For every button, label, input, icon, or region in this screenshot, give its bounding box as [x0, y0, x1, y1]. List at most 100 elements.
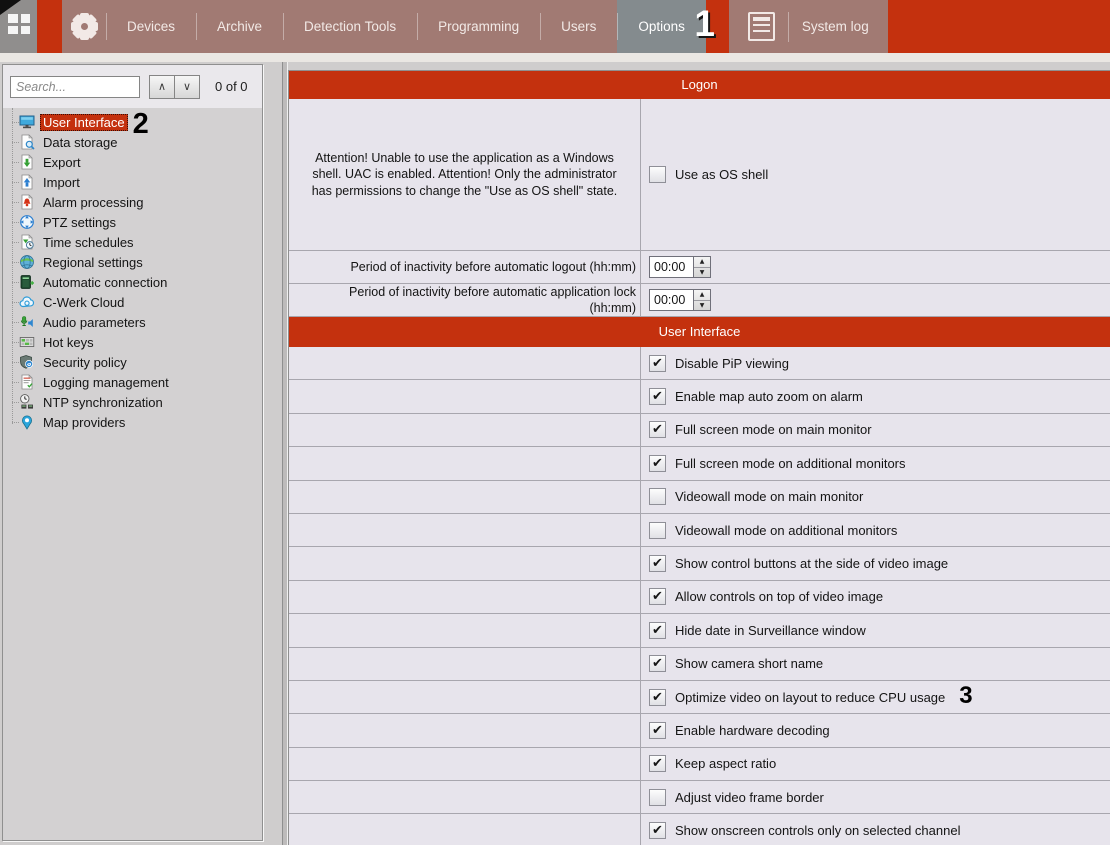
toolbar-divider-strip: [0, 53, 1110, 62]
checkbox-hide-date-in-surveillance-window[interactable]: ✔: [649, 621, 666, 639]
globe-icon: [19, 254, 36, 270]
spin-up-button[interactable]: ▲: [694, 257, 710, 268]
tab-system-log[interactable]: System log: [728, 0, 888, 53]
checkbox-label: Hide date in Surveillance window: [675, 622, 866, 638]
checkbox-label: Full screen mode on main monitor: [675, 422, 872, 438]
tab-strip: Devices Archive Detection Tools Programming…: [62, 0, 715, 53]
sidebar-item-logging-management[interactable]: Logging management: [3, 372, 262, 392]
checkbox-enable-map-auto-zoom-on-alarm[interactable]: ✔: [649, 388, 666, 406]
sidebar-item-label: Import: [43, 174, 80, 190]
inactivity-lock-spinbox[interactable]: 00:00 ▲ ▼: [649, 289, 711, 311]
spin-value: 00:00: [654, 293, 686, 307]
sidebar-item-label: NTP synchronization: [43, 394, 163, 410]
sidebar-item-ptz-settings[interactable]: PTZ settings: [3, 212, 262, 232]
empty-label-cell: [289, 380, 641, 413]
checkbox-label: Videowall mode on additional monitors: [675, 522, 898, 538]
sidebar-item-export[interactable]: Export: [3, 152, 262, 172]
empty-label-cell: [289, 714, 641, 747]
search-input[interactable]: [10, 75, 140, 98]
export-icon: [19, 154, 36, 170]
option-row-keep-aspect-ratio: ✔ Keep aspect ratio: [289, 747, 1110, 782]
settings-sidebar: ∧ ∨ 0 of 0 User Interface2Data storageEx…: [2, 64, 263, 841]
inactivity-lock-label: Period of inactivity before automatic ap…: [289, 284, 641, 316]
checkbox-full-screen-mode-on-additional-monitors[interactable]: ✔: [649, 454, 666, 472]
checkbox-videowall-mode-on-main-monitor[interactable]: [649, 488, 666, 506]
sidebar-item-time-schedules[interactable]: Time schedules: [3, 232, 262, 252]
tab-options[interactable]: Options 1: [617, 0, 715, 53]
tab-users[interactable]: Users: [540, 0, 617, 53]
section-header-logon: Logon: [289, 71, 1110, 99]
search-previous-button[interactable]: ∧: [149, 74, 175, 99]
checkbox-allow-controls-on-top-of-video-image[interactable]: ✔: [649, 588, 666, 606]
checkbox-enable-hardware-decoding[interactable]: ✔: [649, 721, 666, 739]
sidebar-item-alarm-processing[interactable]: Alarm processing: [3, 192, 262, 212]
sidebar-item-regional-settings[interactable]: Regional settings: [3, 252, 262, 272]
option-row-show-camera-short-name: ✔ Show camera short name: [289, 647, 1110, 681]
option-row-adjust-video-frame-border: Adjust video frame border: [289, 781, 1110, 815]
sidebar-item-import[interactable]: Import: [3, 172, 262, 192]
empty-label-cell: [289, 680, 641, 714]
tab-label: Detection Tools: [304, 19, 397, 34]
option-row-hide-date-in-surveillance-window: ✔ Hide date in Surveillance window: [289, 614, 1110, 648]
app-launcher-grid-icon: [8, 14, 30, 34]
ntp-icon: [19, 394, 36, 410]
checkbox-label: Optimize video on layout to reduce CPU u…: [675, 689, 946, 705]
option-row-videowall-mode-on-additional-monitors: Videowall mode on additional monitors: [289, 513, 1110, 548]
sidebar-item-hot-keys[interactable]: Hot keys: [3, 332, 262, 352]
empty-label-cell: [289, 647, 641, 680]
inactivity-logout-spinbox[interactable]: 00:00 ▲ ▼: [649, 256, 711, 278]
sidebar-item-label: Data storage: [43, 134, 118, 150]
checkbox-show-onscreen-controls-only-on-selected-channel[interactable]: ✔: [649, 822, 666, 840]
empty-label-cell: [289, 781, 641, 814]
checkbox-use-as-os-shell[interactable]: [649, 166, 666, 183]
checkbox-full-screen-mode-on-main-monitor[interactable]: ✔: [649, 421, 666, 439]
sidebar-item-security-policy[interactable]: Security policy: [3, 352, 262, 372]
checkbox-adjust-video-frame-border[interactable]: [649, 788, 666, 806]
checkbox-keep-aspect-ratio[interactable]: ✔: [649, 755, 666, 773]
checkbox-show-camera-short-name[interactable]: ✔: [649, 655, 666, 673]
connection-icon: [19, 274, 36, 290]
checkbox-show-control-buttons-at-the-side-of-video-image[interactable]: ✔: [649, 555, 666, 573]
options-content-panel: Logon Attention! Unable to use the appli…: [288, 70, 1110, 845]
sidebar-item-label: Alarm processing: [43, 194, 144, 210]
sidebar-item-map-providers[interactable]: Map providers: [3, 412, 262, 432]
checkbox-videowall-mode-on-additional-monitors[interactable]: [649, 521, 666, 539]
spin-up-button[interactable]: ▲: [694, 290, 710, 301]
tab-label: Archive: [217, 19, 263, 34]
sidebar-item-user-interface[interactable]: User Interface 2: [3, 109, 262, 138]
sidebar-item-ntp-synchronization[interactable]: NTP synchronization: [3, 392, 262, 412]
checkbox-disable-pip-viewing[interactable]: ✔: [649, 354, 666, 372]
checkbox-label: Keep aspect ratio: [675, 756, 777, 772]
alarm-icon: [19, 194, 36, 210]
sidebar-item-audio-parameters[interactable]: Audio parameters: [3, 312, 262, 332]
spin-down-button[interactable]: ▼: [694, 301, 710, 311]
schedule-icon: [19, 234, 36, 250]
settings-gear-tab[interactable]: [62, 0, 106, 53]
report-icon: [747, 12, 775, 41]
tab-devices[interactable]: Devices: [106, 0, 196, 53]
empty-label-cell: [289, 614, 641, 647]
annotation-step-2: 2: [132, 107, 149, 140]
option-row-show-control-buttons-at-the-side-of-video-image: ✔ Show control buttons at the side of vid…: [289, 547, 1110, 581]
tab-archive[interactable]: Archive: [196, 0, 283, 53]
checkbox-label: Enable map auto zoom on alarm: [675, 389, 863, 405]
spin-down-button[interactable]: ▼: [694, 268, 710, 278]
tab-label: Devices: [127, 19, 176, 34]
shield-icon: [19, 354, 36, 370]
tab-detection-tools[interactable]: Detection Tools: [283, 0, 417, 53]
checkbox-label: Videowall mode on main monitor: [675, 489, 864, 505]
application-window: Devices Archive Detection Tools Programming…: [0, 0, 1110, 845]
search-next-button[interactable]: ∨: [174, 74, 200, 99]
sidebar-item-label: Automatic connection: [43, 274, 168, 290]
inactivity-logout-row: Period of inactivity before automatic lo…: [289, 251, 1110, 284]
map-pin-icon: [19, 414, 36, 430]
sidebar-item-automatic-connection[interactable]: Automatic connection: [3, 272, 262, 292]
empty-label-cell: [289, 413, 641, 447]
attention-text: Attention! Unable to use the application…: [289, 99, 641, 250]
option-row-full-screen-mode-on-main-monitor: ✔ Full screen mode on main monitor: [289, 413, 1110, 448]
tab-programming[interactable]: Programming: [417, 0, 540, 53]
empty-label-cell: [289, 547, 641, 580]
os-shell-label: Use as OS shell: [675, 167, 769, 182]
sidebar-item-c-werk-cloud[interactable]: C-Werk Cloud: [3, 292, 262, 312]
checkbox-optimize-video-on-layout-to-reduce-cpu-usage[interactable]: ✔: [649, 688, 666, 706]
